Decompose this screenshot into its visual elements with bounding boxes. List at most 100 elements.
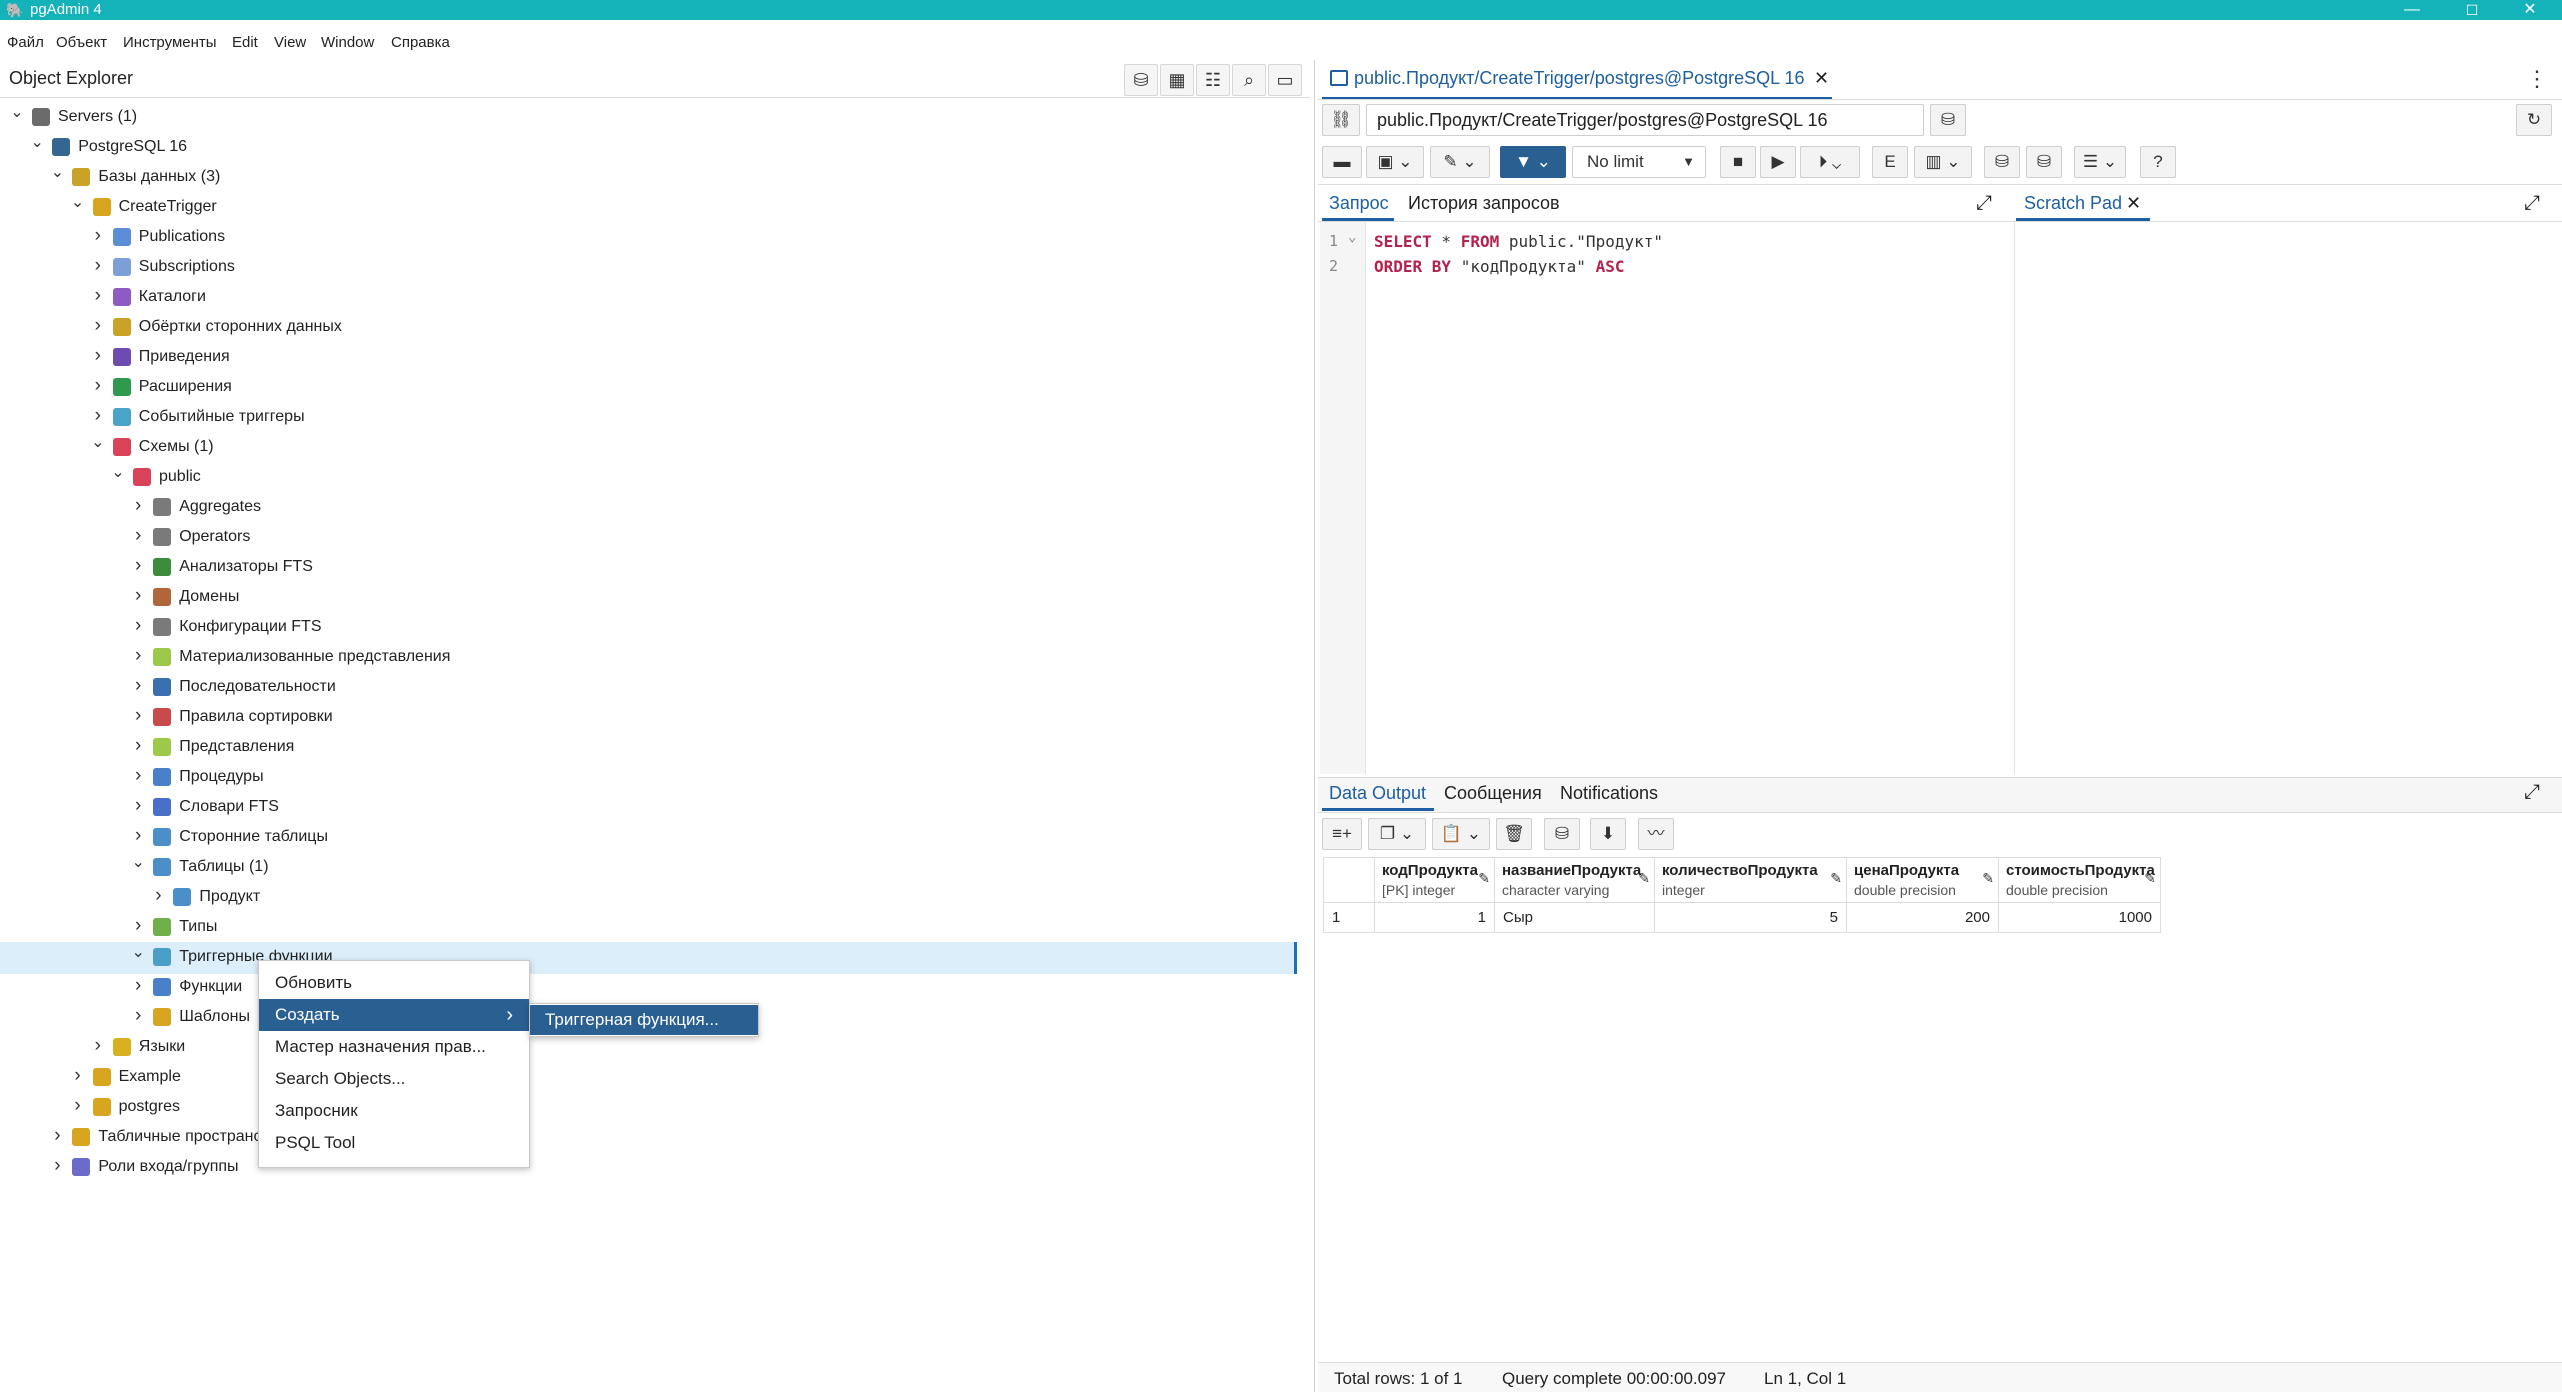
expand-output-icon[interactable]: ⤢ <box>2524 781 2540 804</box>
tab-messages[interactable]: Сообщения <box>1444 783 1542 804</box>
table-cell[interactable]: 5 <box>1655 903 1847 933</box>
reset-layout-icon[interactable]: ↻ <box>2516 104 2552 136</box>
chevron-down-icon[interactable]: ⌄ <box>30 128 44 158</box>
tree-node-type[interactable]: › Типы <box>0 912 1290 942</box>
close-scratch-icon[interactable]: ✕ <box>2126 193 2141 214</box>
delete-icon[interactable]: 🗑 <box>1496 818 1532 850</box>
expand-editor-icon[interactable]: ⤢ <box>1976 192 1992 215</box>
help-icon[interactable]: ? <box>2140 146 2176 178</box>
tab-query[interactable]: Запрос <box>1329 193 1389 214</box>
menu-item-create[interactable]: Создать › <box>259 999 529 1031</box>
chevron-right-icon[interactable]: › <box>131 701 145 731</box>
more-options-icon[interactable]: ⋮ <box>2526 66 2548 92</box>
tree-node-operator[interactable]: › Operators <box>0 522 1290 552</box>
download-icon[interactable]: ⬇ <box>1590 818 1626 850</box>
chevron-right-icon[interactable]: › <box>91 281 105 311</box>
tree-node-fdw[interactable]: › Обёртки сторонних данных <box>0 312 1290 342</box>
chevron-right-icon[interactable]: › <box>91 401 105 431</box>
chevron-right-icon[interactable]: › <box>131 821 145 851</box>
tab-data-output[interactable]: Data Output <box>1329 783 1426 804</box>
tree-node-subscription[interactable]: › Subscriptions <box>0 252 1290 282</box>
chevron-right-icon[interactable]: › <box>131 491 145 521</box>
limit-select[interactable]: No limit ▼ <box>1572 146 1706 178</box>
chevron-right-icon[interactable]: › <box>151 881 165 911</box>
connection-selector[interactable]: public.Продукт/CreateTrigger/postgres@Po… <box>1366 104 1924 136</box>
chevron-right-icon[interactable]: › <box>131 731 145 761</box>
tree-node-extension[interactable]: › Расширения <box>0 372 1290 402</box>
tab-scratch-pad[interactable]: Scratch Pad <box>2024 193 2122 214</box>
tree-node-schema[interactable]: ⌄ public <box>0 462 1290 492</box>
tree-node-servers[interactable]: ⌄ Servers (1) <box>0 102 1290 132</box>
commit-icon[interactable]: ⛁ <box>1984 146 2020 178</box>
menu-help[interactable]: Справка <box>391 34 450 51</box>
chevron-right-icon[interactable]: › <box>131 671 145 701</box>
chevron-right-icon[interactable]: › <box>91 1031 105 1061</box>
chevron-right-icon[interactable]: › <box>71 1091 85 1121</box>
tree-node-aggregate[interactable]: › Aggregates <box>0 492 1290 522</box>
sql-code[interactable]: 1 ⌄ SELECT * FROM public."Продукт" 2 ORDER B… <box>1320 222 2014 774</box>
query-tool-icon[interactable]: ⛁ <box>1124 64 1158 96</box>
column-header[interactable]: ценаПродукта double precision ✎ <box>1847 857 1999 903</box>
chevron-right-icon[interactable]: › <box>50 1151 64 1181</box>
column-header[interactable]: названиеПродукта character varying ✎ <box>1495 857 1655 903</box>
chevron-right-icon[interactable]: › <box>71 1061 85 1091</box>
edit-column-icon[interactable]: ✎ <box>1830 870 1842 887</box>
tree-node-mview[interactable]: › Материализованные представления <box>0 642 1290 672</box>
chevron-down-icon[interactable]: ⌄ <box>10 98 24 128</box>
expand-scratch-icon[interactable]: ⤢ <box>2524 192 2540 215</box>
menu-item-query-tool[interactable]: Запросник <box>259 1095 529 1127</box>
menu-item-grant-wizard[interactable]: Мастер назначения прав... <box>259 1031 529 1063</box>
tree-node-fts-parser[interactable]: › Анализаторы FTS <box>0 552 1290 582</box>
filter-icon[interactable]: ▼ ⌄ <box>1500 146 1566 178</box>
open-file-icon[interactable]: ▬ <box>1322 146 1362 178</box>
menu-object[interactable]: Объект <box>56 34 107 51</box>
menu-item-refresh[interactable]: Обновить <box>259 967 529 999</box>
table-cell[interactable]: 200 <box>1847 903 1999 933</box>
chevron-down-icon[interactable]: ⌄ <box>111 458 125 488</box>
stop-icon[interactable]: ■ <box>1720 146 1756 178</box>
row-number[interactable]: 1 <box>1323 903 1375 933</box>
table-cell[interactable]: 1000 <box>1999 903 2161 933</box>
chevron-right-icon[interactable]: › <box>131 1001 145 1031</box>
chevron-down-icon[interactable]: ⌄ <box>131 938 145 968</box>
explain-icon[interactable]: E <box>1872 146 1908 178</box>
tab-query-history[interactable]: История запросов <box>1408 193 1560 214</box>
edit-column-icon[interactable]: ✎ <box>1638 870 1650 887</box>
add-row-icon[interactable]: ≡+ <box>1322 818 1362 850</box>
tree-node-table[interactable]: › Продукт <box>0 882 1290 912</box>
chevron-right-icon[interactable]: › <box>131 611 145 641</box>
menu-item-search-objects[interactable]: Search Objects... <box>259 1063 529 1095</box>
tree-node-database[interactable]: › Example <box>0 1062 1290 1092</box>
tree-node-event-trigger[interactable]: › Событийные триггеры <box>0 402 1290 432</box>
chevron-right-icon[interactable]: › <box>91 251 105 281</box>
chevron-right-icon[interactable]: › <box>91 311 105 341</box>
chevron-right-icon[interactable]: › <box>91 341 105 371</box>
tree-node-view[interactable]: › Представления <box>0 732 1290 762</box>
execute-options-icon[interactable]: ⏵ ⌄ <box>1800 146 1860 178</box>
copy-icon[interactable]: ❐ ⌄ <box>1368 818 1426 850</box>
chevron-right-icon[interactable]: › <box>131 641 145 671</box>
tree-node-procedure[interactable]: › Процедуры <box>0 762 1290 792</box>
menu-item-psql-tool[interactable]: PSQL Tool <box>259 1127 529 1159</box>
tab-notifications[interactable]: Notifications <box>1560 783 1658 804</box>
chevron-down-icon[interactable]: ⌄ <box>50 158 64 188</box>
menu-view[interactable]: View <box>274 34 306 51</box>
column-header[interactable]: количествоПродукта integer ✎ <box>1655 857 1847 903</box>
tree-node-collation[interactable]: › Правила сортировки <box>0 702 1290 732</box>
fold-chevron-icon[interactable]: ⌄ <box>1348 229 1356 245</box>
tree-node-catalog[interactable]: › Каталоги <box>0 282 1290 312</box>
tree-node-sequence[interactable]: › Последовательности <box>0 672 1290 702</box>
menu-tools[interactable]: Инструменты <box>123 34 217 51</box>
chevron-right-icon[interactable]: › <box>131 791 145 821</box>
psql-icon[interactable]: ▭ <box>1268 64 1302 96</box>
minimize-button[interactable]: — <box>2390 0 2434 20</box>
chevron-right-icon[interactable]: › <box>91 371 105 401</box>
tree-node-cast[interactable]: › Приведения <box>0 342 1290 372</box>
tree-node-databases[interactable]: ⌄ Базы данных (3) <box>0 162 1290 192</box>
search-icon[interactable]: ⌕ <box>1232 64 1266 96</box>
connection-status-icon[interactable]: ⛓ <box>1322 104 1360 136</box>
new-connection-icon[interactable]: ⛁ <box>1930 104 1966 136</box>
tree-node-tables[interactable]: ⌄ Таблицы (1) <box>0 852 1290 882</box>
query-tab-title[interactable]: public.Продукт/CreateTrigger/postgres@Po… <box>1354 68 1805 89</box>
chevron-right-icon[interactable]: › <box>131 521 145 551</box>
